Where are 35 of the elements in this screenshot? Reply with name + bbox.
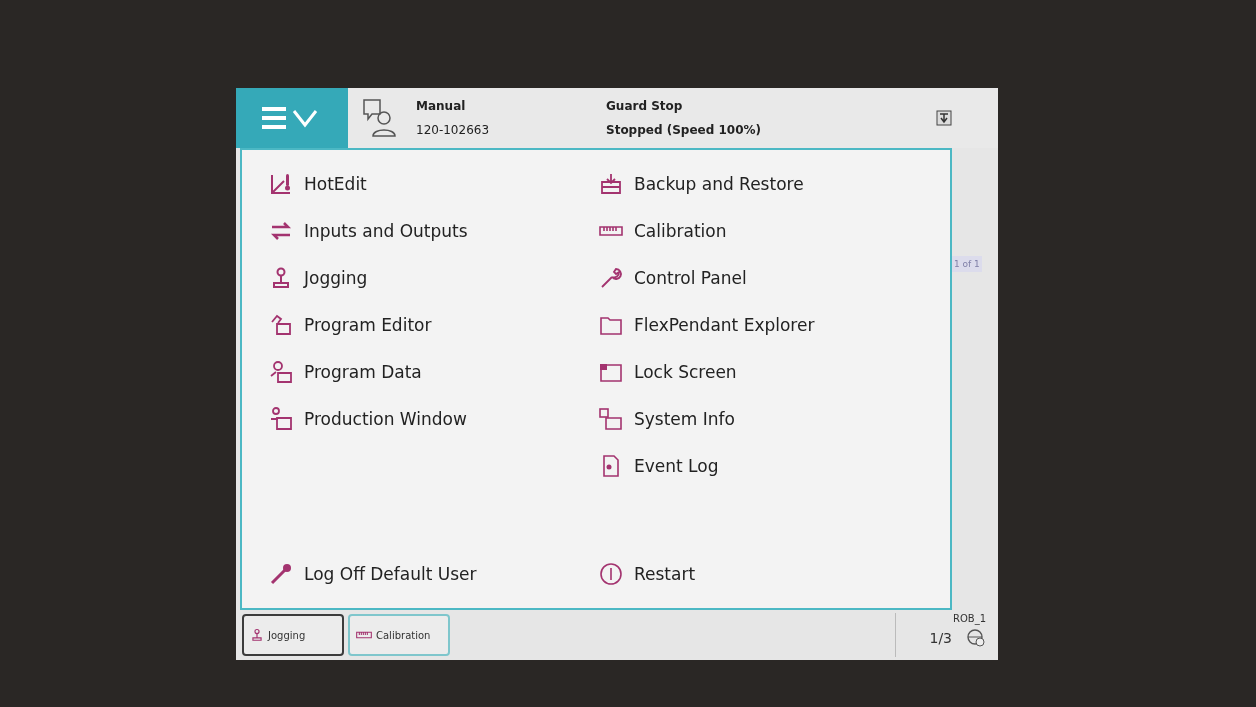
- mechanical-unit: ROB_1: [952, 613, 986, 624]
- controller-state: Guard Stop: [606, 99, 684, 113]
- menu-item[interactable]: Calibration: [598, 215, 815, 247]
- person-folder-icon: [268, 407, 294, 431]
- restart-button[interactable]: Restart: [598, 558, 928, 590]
- power-icon: [598, 562, 624, 586]
- tray-arrow-icon: [598, 172, 624, 196]
- run-status: Stopped (Speed 100%): [606, 123, 763, 137]
- task-fraction: 1/3: [929, 630, 952, 646]
- status-icon[interactable]: [936, 110, 952, 126]
- main-menu-button[interactable]: [236, 88, 348, 148]
- system-id: 120-102663: [416, 123, 491, 137]
- menu-item[interactable]: Backup and Restore: [598, 168, 815, 200]
- log-off-button[interactable]: Log Off Default User: [268, 558, 598, 590]
- operating-mode: Manual: [416, 99, 467, 113]
- page-indicator: 1 of 1: [952, 256, 982, 272]
- menu-item[interactable]: Production Window: [268, 403, 598, 435]
- menu-item[interactable]: HotEdit: [268, 168, 598, 200]
- menu-item[interactable]: Event Log: [598, 450, 815, 482]
- folder-document-icon: [268, 313, 294, 337]
- menu-item[interactable]: Control Panel: [598, 262, 815, 294]
- key-icon: [268, 562, 294, 586]
- operator-info-icon[interactable]: [362, 98, 398, 138]
- menu-item[interactable]: Inputs and Outputs: [268, 215, 598, 247]
- menu-item[interactable]: Program Editor: [268, 309, 598, 341]
- menu-item[interactable]: Program Data: [268, 356, 598, 388]
- taskbar-tab[interactable]: Jogging: [242, 614, 344, 656]
- menu-item[interactable]: FlexPendant Explorer: [598, 309, 815, 341]
- menu-item[interactable]: Jogging: [268, 262, 598, 294]
- menu-item[interactable]: System Info: [598, 403, 815, 435]
- menu-item[interactable]: Lock Screen: [598, 356, 815, 388]
- taskbar-tab[interactable]: Calibration: [348, 614, 450, 656]
- quickset-panel[interactable]: ROB_1 1/3: [895, 613, 992, 657]
- person-folder-icon: [268, 360, 294, 384]
- gauge-icon: [966, 628, 986, 648]
